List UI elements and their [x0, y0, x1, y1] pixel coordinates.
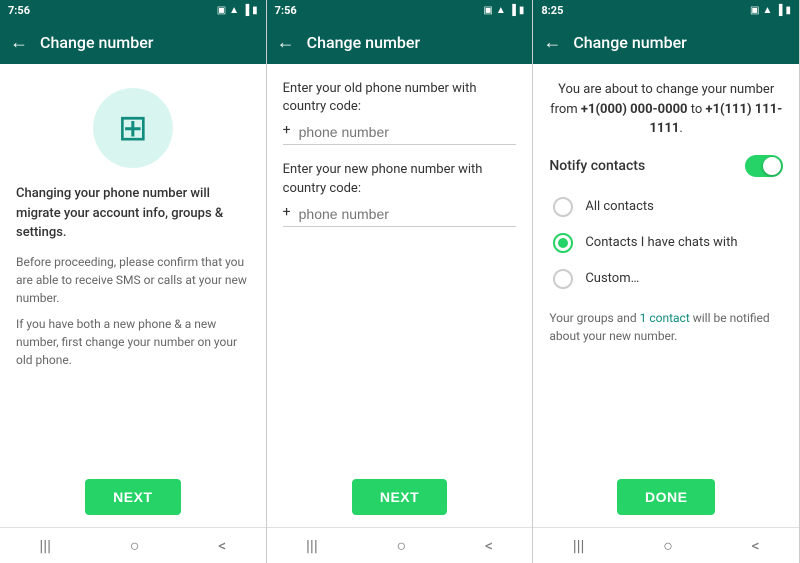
nav-bar-3: ||| ○ <	[533, 527, 799, 563]
plus-sign-old: +	[283, 122, 291, 140]
nav-menu-2[interactable]: |||	[306, 536, 318, 555]
gallery-icon-2: ▣	[483, 5, 492, 16]
radio-label-all: All contacts	[585, 199, 654, 214]
next-button-1[interactable]: NEXT	[85, 479, 180, 515]
bottom-area-2: NEXT	[267, 467, 533, 527]
nav-home-3[interactable]: ○	[663, 536, 673, 556]
notify-label: Notify contacts	[549, 158, 645, 174]
status-icons-2: ▣ ▲ ▐ ▮	[483, 5, 524, 16]
radio-circle-all	[553, 197, 573, 217]
bottom-area-3: DONE	[533, 467, 799, 527]
header-2: ← Change number	[267, 20, 533, 64]
nav-back-3[interactable]: <	[751, 536, 759, 555]
notify-toggle[interactable]	[745, 155, 783, 177]
phone-icon: ⊞	[118, 107, 148, 149]
status-time-1: 7:56	[8, 4, 30, 17]
main-description: Changing your phone number will migrate …	[16, 184, 250, 243]
status-bar-3: 8:25 ▣ ▲ ▐ ▮	[533, 0, 799, 20]
signal-icon: ▐	[242, 5, 249, 16]
wifi-icon: ▲	[229, 5, 239, 16]
header-title-3: Change number	[573, 33, 686, 52]
screen-3: 8:25 ▣ ▲ ▐ ▮ ← Change number You are abo…	[533, 0, 800, 563]
sub-text-2: If you have both a new phone & a new num…	[16, 315, 250, 369]
radio-label-chats: Contacts I have chats with	[585, 235, 737, 250]
battery-icon-3: ▮	[786, 5, 792, 16]
gallery-icon-3: ▣	[750, 5, 759, 16]
nav-home-1[interactable]: ○	[130, 536, 140, 556]
bottom-area-1: NEXT	[0, 467, 266, 527]
radio-circle-custom	[553, 269, 573, 289]
info-suffix: .	[679, 121, 682, 136]
notify-row: Notify contacts	[549, 155, 783, 177]
screen-1: 7:56 ▣ ▲ ▐ ▮ ← Change number ⊞ Changing …	[0, 0, 267, 563]
toggle-knob	[763, 157, 781, 175]
status-time-2: 7:56	[275, 4, 297, 17]
battery-icon-2: ▮	[519, 5, 525, 16]
new-phone-input[interactable]	[299, 206, 517, 222]
new-phone-input-row: +	[283, 204, 517, 227]
nav-menu-1[interactable]: |||	[39, 536, 51, 555]
icon-wrapper: ⊞	[16, 88, 250, 168]
status-icons-3: ▣ ▲ ▐ ▮	[750, 5, 791, 16]
back-button-3[interactable]: ←	[543, 32, 561, 53]
gallery-icon: ▣	[217, 5, 226, 16]
status-bar-2: 7:56 ▣ ▲ ▐ ▮	[267, 0, 533, 20]
signal-icon-3: ▐	[775, 5, 782, 16]
status-bar-1: 7:56 ▣ ▲ ▐ ▮	[0, 0, 266, 20]
old-phone-label: Enter your old phone number with country…	[283, 80, 517, 116]
done-button[interactable]: DONE	[617, 479, 715, 515]
battery-icon: ▮	[252, 5, 258, 16]
nav-back-2[interactable]: <	[485, 536, 493, 555]
content-2: Enter your old phone number with country…	[267, 64, 533, 467]
content-3: You are about to change your number from…	[533, 64, 799, 467]
phone-icon-circle: ⊞	[93, 88, 173, 168]
radio-chats-contacts[interactable]: Contacts I have chats with	[549, 225, 783, 261]
sub-text-1: Before proceeding, please confirm that y…	[16, 253, 250, 307]
contact-link[interactable]: 1 contact	[640, 311, 690, 325]
next-button-2[interactable]: NEXT	[352, 479, 447, 515]
status-time-3: 8:25	[541, 4, 563, 17]
new-phone-label: Enter your new phone number with country…	[283, 161, 517, 197]
old-phone-input-row: +	[283, 122, 517, 145]
signal-icon-2: ▐	[509, 5, 516, 16]
nav-menu-3[interactable]: |||	[573, 536, 585, 555]
header-1: ← Change number	[0, 20, 266, 64]
wifi-icon-2: ▲	[496, 5, 506, 16]
old-number: +1(000) 000-0000	[581, 102, 688, 117]
old-phone-input[interactable]	[299, 124, 517, 140]
groups-text: Your groups and 1 contact will be notifi…	[549, 309, 783, 345]
content-1: ⊞ Changing your phone number will migrat…	[0, 64, 266, 467]
info-mid: to	[688, 102, 706, 117]
nav-bar-2: ||| ○ <	[267, 527, 533, 563]
radio-circle-chats	[553, 233, 573, 253]
radio-custom[interactable]: Custom…	[549, 261, 783, 297]
plus-sign-new: +	[283, 204, 291, 222]
header-3: ← Change number	[533, 20, 799, 64]
radio-dot-chats	[558, 238, 568, 248]
header-title-2: Change number	[307, 33, 420, 52]
radio-all-contacts[interactable]: All contacts	[549, 189, 783, 225]
nav-bar-1: ||| ○ <	[0, 527, 266, 563]
change-info: You are about to change your number from…	[549, 80, 783, 139]
nav-home-2[interactable]: ○	[396, 536, 406, 556]
wifi-icon-3: ▲	[763, 5, 773, 16]
header-title-1: Change number	[40, 33, 153, 52]
nav-back-1[interactable]: <	[218, 536, 226, 555]
screen-2: 7:56 ▣ ▲ ▐ ▮ ← Change number Enter your …	[267, 0, 534, 563]
status-icons-1: ▣ ▲ ▐ ▮	[217, 5, 258, 16]
back-button-2[interactable]: ←	[277, 32, 295, 53]
groups-prefix: Your groups and	[549, 311, 639, 325]
back-button-1[interactable]: ←	[10, 32, 28, 53]
radio-label-custom: Custom…	[585, 271, 639, 286]
